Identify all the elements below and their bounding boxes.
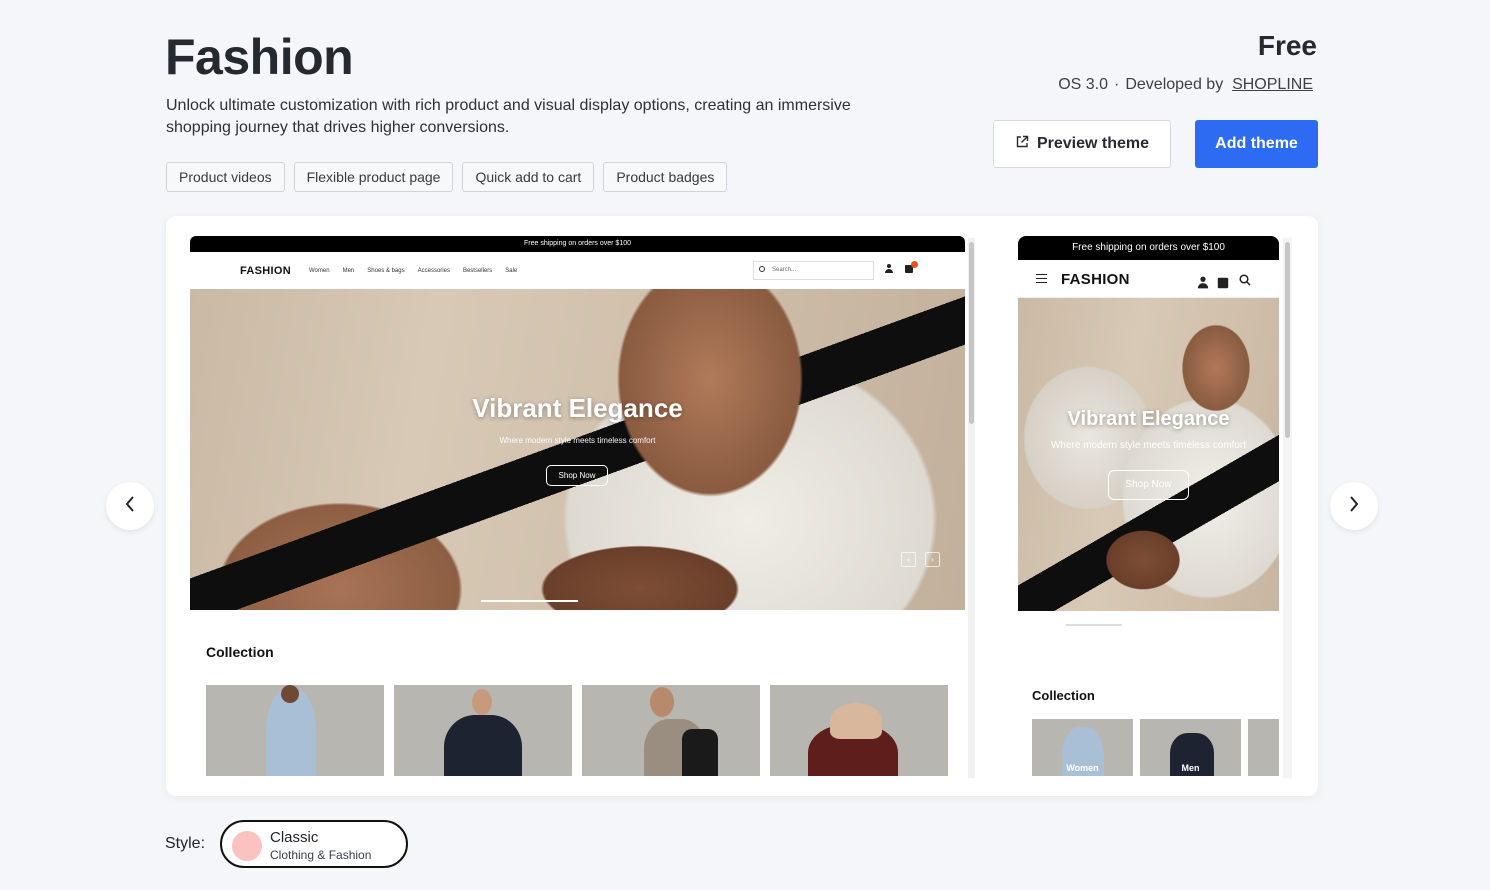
mobile-hero-subtitle: Where modern style meets timeless comfor… [1050,440,1247,451]
mobile-announcement-bar: Free shipping on orders over $100 [1018,236,1279,260]
hero-next-icon: › [925,552,940,567]
theme-preview-carousel: Free shipping on orders over $100 FASHIO… [166,216,1318,796]
hero-shop-button: Shop Now [546,465,608,486]
developed-by-label: Developed by [1125,76,1224,93]
feature-tag: Quick add to cart [462,162,595,192]
store-menu-item: Sale [505,267,518,274]
style-swatch [232,831,262,861]
theme-description: Unlock ultimate customization with rich … [166,97,851,136]
chevron-right-icon [1348,495,1360,518]
os-version: OS 3.0 [1058,76,1109,93]
store-search: Search... [753,261,874,280]
user-icon [885,264,893,273]
announcement-bar: Free shipping on orders over $100 [190,236,965,252]
mobile-preview-scrollbar[interactable] [1283,238,1292,778]
preview-theme-label: Preview theme [1036,135,1150,152]
theme-title: Fashion [165,29,354,85]
cart-icon [1217,277,1229,288]
external-link-icon [1015,135,1029,154]
store-menu-item: Shoes & bags [367,267,405,274]
feature-tag: Product videos [166,162,285,192]
store-menu: Women Men Shoes & bags Accessories Bests… [309,268,517,274]
collection-item-image [582,685,760,776]
hero-banner-image: Vibrant Elegance Where modern style meet… [190,289,965,610]
mobile-collection-item [1248,719,1279,776]
style-name: Classic [270,829,319,846]
mobile-hero-title: Vibrant Elegance [1067,408,1230,430]
style-label: Style: [165,835,206,852]
theme-meta: OS 3.0 · Developed by SHOPLINE [1058,76,1313,94]
user-icon [1197,276,1209,288]
search-icon [759,266,765,272]
collection-grid [206,685,948,776]
developer-link[interactable]: SHOPLINE [1232,76,1313,93]
mobile-hero-shop-button: Shop Now [1108,470,1189,500]
feature-tag: Product badges [603,162,728,192]
mobile-hero-pagination [1066,624,1122,626]
mobile-hero-banner-image: Vibrant Elegance Where modern style meet… [1018,298,1279,611]
feature-tags: Product videos Flexible product page Qui… [166,162,728,192]
collection-item-image [394,685,572,776]
mobile-store-logo: FASHION [1061,271,1130,288]
desktop-preview-scrollbar[interactable] [968,238,975,778]
style-category: Clothing & Fashion [270,848,372,862]
hamburger-menu-icon [1036,274,1047,283]
store-menu-item: Men [342,267,355,274]
mobile-collection-heading: Collection [1032,688,1095,703]
mobile-collection-item: Women [1032,719,1133,776]
collection-item-image [206,685,384,776]
cart-icon [905,261,918,273]
hero-subtitle: Where modern style meets timeless comfor… [499,436,656,445]
search-icon [1239,273,1251,291]
carousel-next-button[interactable] [1330,482,1378,530]
store-logo: FASHION [240,264,291,277]
mobile-collection-item: Men [1140,719,1241,776]
carousel-prev-button[interactable] [106,482,154,530]
meta-separator: · [1114,76,1120,93]
store-search-placeholder: Search... [772,267,797,273]
mobile-preview: Free shipping on orders over $100 FASHIO… [1018,236,1279,776]
hero-pagination [481,600,578,602]
store-menu-item: Bestsellers [462,267,493,274]
style-option-classic[interactable]: Classic Clothing & Fashion [220,820,408,868]
mobile-collection-grid: Women Men [1032,719,1279,776]
mobile-collection-item-label: Men [1181,763,1200,773]
hero-title: Vibrant Elegance [472,393,683,423]
hero-prev-icon: ‹ [901,552,916,567]
mobile-collection-item-label: Women [1066,763,1099,773]
store-menu-item: Accessories [417,267,450,274]
cart-badge [911,261,918,268]
chevron-left-icon [124,495,136,518]
collection-item-image [770,685,948,776]
desktop-preview: Free shipping on orders over $100 FASHIO… [190,236,965,776]
theme-price: Free [1257,30,1317,61]
store-header: FASHION Women Men Shoes & bags Accessori… [190,252,965,289]
add-theme-button[interactable]: Add theme [1195,120,1318,168]
feature-tag: Flexible product page [293,162,454,192]
collection-heading: Collection [206,644,274,660]
store-menu-item: Women [309,267,330,274]
preview-theme-button[interactable]: Preview theme [993,120,1171,168]
mobile-store-header: FASHION [1018,260,1279,298]
